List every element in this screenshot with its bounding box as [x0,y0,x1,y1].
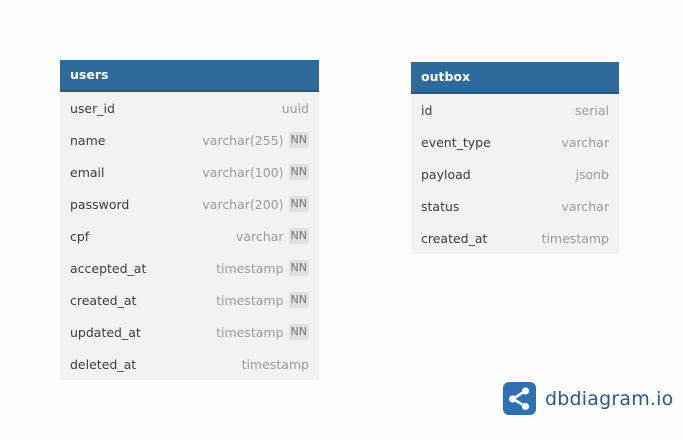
table-row[interactable]: accepted_at timestamp NN [60,252,319,284]
table-rows: user_id uuid name varchar(255) NN email varcha… [60,92,319,380]
column-type: timestamp [216,324,284,340]
column-name: accepted_at [70,260,147,276]
table-row[interactable]: created_at timestamp NN [60,284,319,316]
table-users[interactable]: users user_id uuid name varchar(255) NN email… [60,60,319,380]
column-type: varchar(200) [202,196,284,212]
table-row[interactable]: created_at timestamp [411,222,619,254]
column-type: jsonb [575,166,610,182]
brand-logo: dbdiagram.io [503,382,673,415]
column-name: password [70,196,130,212]
column-name: id [421,102,433,118]
table-row[interactable]: name varchar(255) NN [60,124,319,156]
table-row[interactable]: deleted_at timestamp [60,348,319,380]
table-row[interactable]: password varchar(200) NN [60,188,319,220]
not-null-badge: NN [288,164,309,180]
column-type: varchar [561,134,609,150]
column-name: status [421,198,460,214]
table-header[interactable]: outbox [411,62,619,94]
table-row[interactable]: event_type varchar [411,126,619,158]
table-header[interactable]: users [60,60,319,92]
column-name: created_at [421,230,488,246]
column-name: name [70,132,106,148]
column-type: timestamp [541,230,609,246]
not-null-badge: NN [288,228,309,244]
column-name: email [70,164,105,180]
column-type: varchar [561,198,609,214]
table-row[interactable]: payload jsonb [411,158,619,190]
column-name: updated_at [70,324,141,340]
table-rows: id serial event_type varchar payload jsonb sta… [411,94,619,254]
not-null-badge: NN [288,324,309,340]
brand-text: dbdiagram.io [545,387,674,410]
column-name: user_id [70,100,115,116]
column-type: timestamp [216,292,284,308]
table-outbox[interactable]: outbox id serial event_type varchar payload j… [411,62,619,254]
not-null-badge: NN [288,132,309,148]
column-name: created_at [70,292,137,308]
not-null-badge: NN [288,196,309,212]
share-nodes-icon [503,382,536,415]
not-null-badge: NN [288,292,309,308]
column-type: varchar(100) [202,164,284,180]
column-type: timestamp [216,260,284,276]
column-name: event_type [421,134,491,150]
not-null-badge: NN [288,260,309,276]
table-row[interactable]: updated_at timestamp NN [60,316,319,348]
column-type: serial [575,102,609,118]
column-name: payload [421,166,471,182]
column-name: cpf [70,228,90,244]
table-row[interactable]: email varchar(100) NN [60,156,319,188]
column-type: timestamp [241,356,309,372]
column-type: varchar [236,228,284,244]
column-type: uuid [281,100,309,116]
table-row[interactable]: user_id uuid [60,92,319,124]
table-row[interactable]: status varchar [411,190,619,222]
column-name: deleted_at [70,356,137,372]
table-row[interactable]: id serial [411,94,619,126]
column-type: varchar(255) [202,132,284,148]
table-row[interactable]: cpf varchar NN [60,220,319,252]
